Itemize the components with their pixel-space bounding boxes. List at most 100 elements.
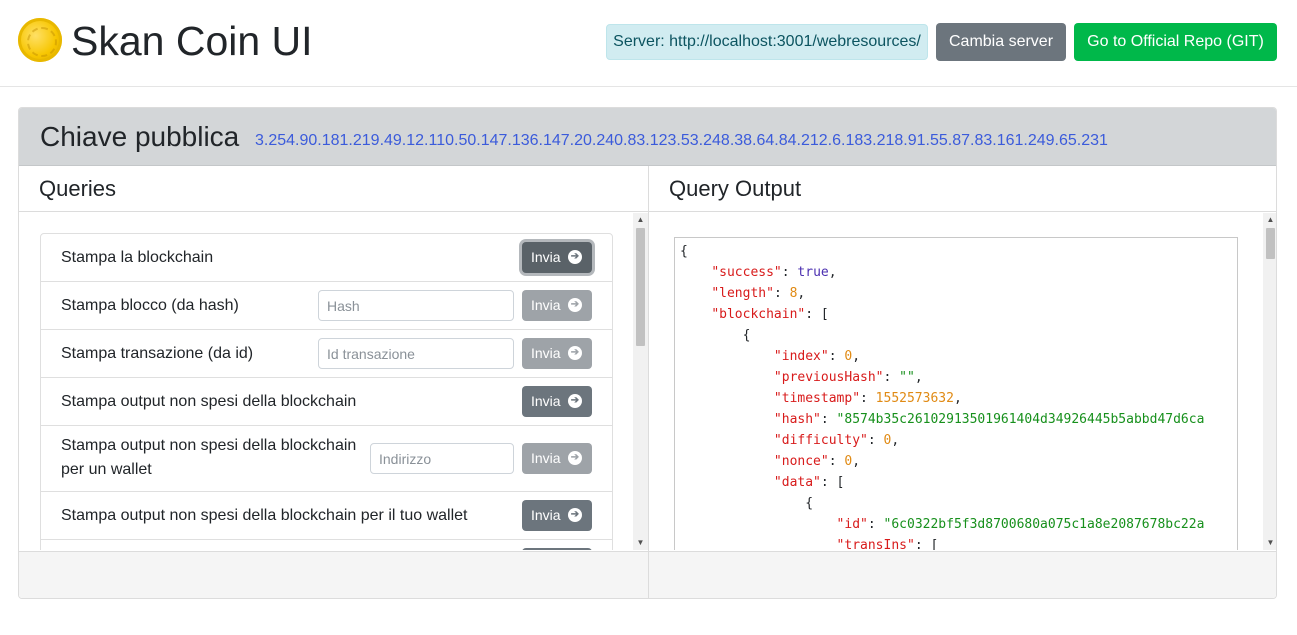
scroll-up-arrow-icon[interactable]: ▲ <box>1263 213 1276 227</box>
json-value: [ <box>930 538 939 550</box>
query-label: Stampa transazione (da id) <box>61 345 254 362</box>
json-value: true <box>797 265 829 280</box>
output-scrollbar[interactable]: ▲ ▼ <box>1263 213 1276 550</box>
json-line: "transIns": [ <box>680 535 939 550</box>
query-label-line1: Stampa output non spesi della blockchain <box>61 437 357 454</box>
change-server-button[interactable]: Cambia server <box>936 23 1066 61</box>
query-label: Stampa la blockchain <box>61 249 214 266</box>
query-label: Stampa output non spesi della blockchain <box>61 393 357 410</box>
output-title: Query Output <box>649 166 1276 212</box>
send-button-next[interactable] <box>522 548 592 550</box>
scroll-down-arrow-icon[interactable]: ▼ <box>633 536 648 550</box>
arrow-right-icon: ➔ <box>568 298 582 312</box>
query-item-transaction-by-id: Stampa transazione (da id) Invia ➔ <box>41 330 612 378</box>
json-key: "difficulty" <box>773 433 868 448</box>
json-line: { <box>680 325 751 346</box>
json-key: "nonce" <box>773 454 829 469</box>
arrow-right-icon: ➔ <box>568 508 582 522</box>
arrow-right-icon: ➔ <box>568 451 582 465</box>
send-button-label: Invia <box>531 249 561 265</box>
json-bracket: { <box>742 328 751 343</box>
json-line: "hash": "8574b35c26102913501961404d34926… <box>773 412 1205 427</box>
queries-footer <box>19 551 648 598</box>
public-key-value: 3.254.90.181.219.49.12.110.50.147.136.14… <box>255 132 1108 149</box>
send-button-label: Invia <box>531 393 561 409</box>
json-value: [ <box>836 475 845 490</box>
app-title: Skan Coin UI <box>71 18 313 64</box>
top-header: Skan Coin UI Server: http://localhost:30… <box>0 0 1297 87</box>
json-line: "id": "6c0322bf5f3d8700680a075c1a8e20876… <box>836 517 1205 532</box>
send-button-block-by-hash[interactable]: Invia ➔ <box>522 290 592 321</box>
json-bracket: { <box>805 496 814 511</box>
json-line: "previousHash": "", <box>773 370 923 385</box>
send-button-label: Invia <box>531 507 561 523</box>
query-list: Stampa la blockchain Invia ➔ Stampa bloc… <box>40 233 613 550</box>
transaction-id-input[interactable] <box>318 338 514 369</box>
send-button-unspent-outputs-wallet[interactable]: Invia ➔ <box>522 443 592 474</box>
main-card: Chiave pubblica 3.254.90.181.219.49.12.1… <box>18 107 1277 599</box>
queries-scroll-area[interactable]: Stampa la blockchain Invia ➔ Stampa bloc… <box>19 213 648 550</box>
queries-title: Queries <box>19 166 648 212</box>
send-button-label: Invia <box>531 297 561 313</box>
output-scroll-area[interactable]: { "success": true, "length": 8, "blockch… <box>649 213 1276 550</box>
json-value: "" <box>899 370 915 385</box>
queries-scrollbar-thumb[interactable] <box>636 228 645 346</box>
json-key: "data" <box>773 475 821 490</box>
json-value: [ <box>820 307 829 322</box>
json-value: 1552573632 <box>875 391 954 406</box>
scroll-up-arrow-icon[interactable]: ▲ <box>633 213 648 227</box>
json-key: "previousHash" <box>773 370 884 385</box>
json-line: { <box>680 241 688 262</box>
arrow-right-icon: ➔ <box>568 394 582 408</box>
query-label: Stampa output non spesi della blockchain… <box>61 507 468 524</box>
official-repo-button[interactable]: Go to Official Repo (GIT) <box>1074 23 1277 61</box>
output-footer <box>649 551 1276 598</box>
server-badge: Server: http://localhost:3001/webresourc… <box>606 24 928 60</box>
send-button-print-blockchain[interactable]: Invia ➔ <box>522 242 592 273</box>
query-item-unspent-outputs-my-wallet: Stampa output non spesi della blockchain… <box>41 492 612 540</box>
queries-panel: Queries Stampa la blockchain Invia ➔ Sta… <box>19 166 649 598</box>
json-value: 0 <box>844 349 853 364</box>
json-value: "6c0322bf5f3d8700680a075c1a8e2087678bc22… <box>883 517 1205 532</box>
query-item-next <box>41 540 612 550</box>
send-button-label: Invia <box>531 345 561 361</box>
scroll-down-arrow-icon[interactable]: ▼ <box>1263 536 1276 550</box>
coin-logo-icon <box>18 18 62 62</box>
send-button-unspent-outputs[interactable]: Invia ➔ <box>522 386 592 417</box>
json-line: { <box>680 493 813 514</box>
json-line: "nonce": 0, <box>773 454 861 469</box>
send-button-label: Invia <box>531 450 561 466</box>
query-item-print-blockchain: Stampa la blockchain Invia ➔ <box>41 234 612 282</box>
public-key-header: Chiave pubblica 3.254.90.181.219.49.12.1… <box>19 108 1276 166</box>
query-label-line2: per un wallet <box>61 461 152 478</box>
output-scrollbar-thumb[interactable] <box>1266 228 1275 259</box>
hash-input[interactable] <box>318 290 514 321</box>
query-item-unspent-outputs: Stampa output non spesi della blockchain… <box>41 378 612 426</box>
json-line: "data": [ <box>773 475 845 490</box>
json-bracket: { <box>680 244 688 259</box>
json-output-box: { "success": true, "length": 8, "blockch… <box>674 237 1238 550</box>
json-key: "transIns" <box>836 538 915 550</box>
json-value: 0 <box>844 454 853 469</box>
query-label: Stampa blocco (da hash) <box>61 297 239 314</box>
json-line: "blockchain": [ <box>711 307 829 322</box>
json-key: "timestamp" <box>773 391 861 406</box>
public-key-title: Chiave pubblica <box>40 121 240 152</box>
json-value: 0 <box>883 433 892 448</box>
query-item-block-by-hash: Stampa blocco (da hash) Invia ➔ <box>41 282 612 330</box>
json-value: 8 <box>789 286 798 301</box>
json-key: "id" <box>836 517 868 532</box>
address-input[interactable] <box>370 443 514 474</box>
queries-scrollbar[interactable]: ▲ ▼ <box>633 213 648 550</box>
json-key: "success" <box>711 265 782 280</box>
output-panel: Query Output { "success": true, "length"… <box>649 166 1276 598</box>
arrow-right-icon: ➔ <box>568 346 582 360</box>
send-button-unspent-outputs-my-wallet[interactable]: Invia ➔ <box>522 500 592 531</box>
json-line: "index": 0, <box>773 349 861 364</box>
send-button-transaction-by-id[interactable]: Invia ➔ <box>522 338 592 369</box>
json-line: "success": true, <box>711 265 837 280</box>
json-line: "length": 8, <box>711 286 806 301</box>
json-key: "hash" <box>773 412 821 427</box>
json-key: "blockchain" <box>711 307 806 322</box>
json-key: "length" <box>711 286 774 301</box>
